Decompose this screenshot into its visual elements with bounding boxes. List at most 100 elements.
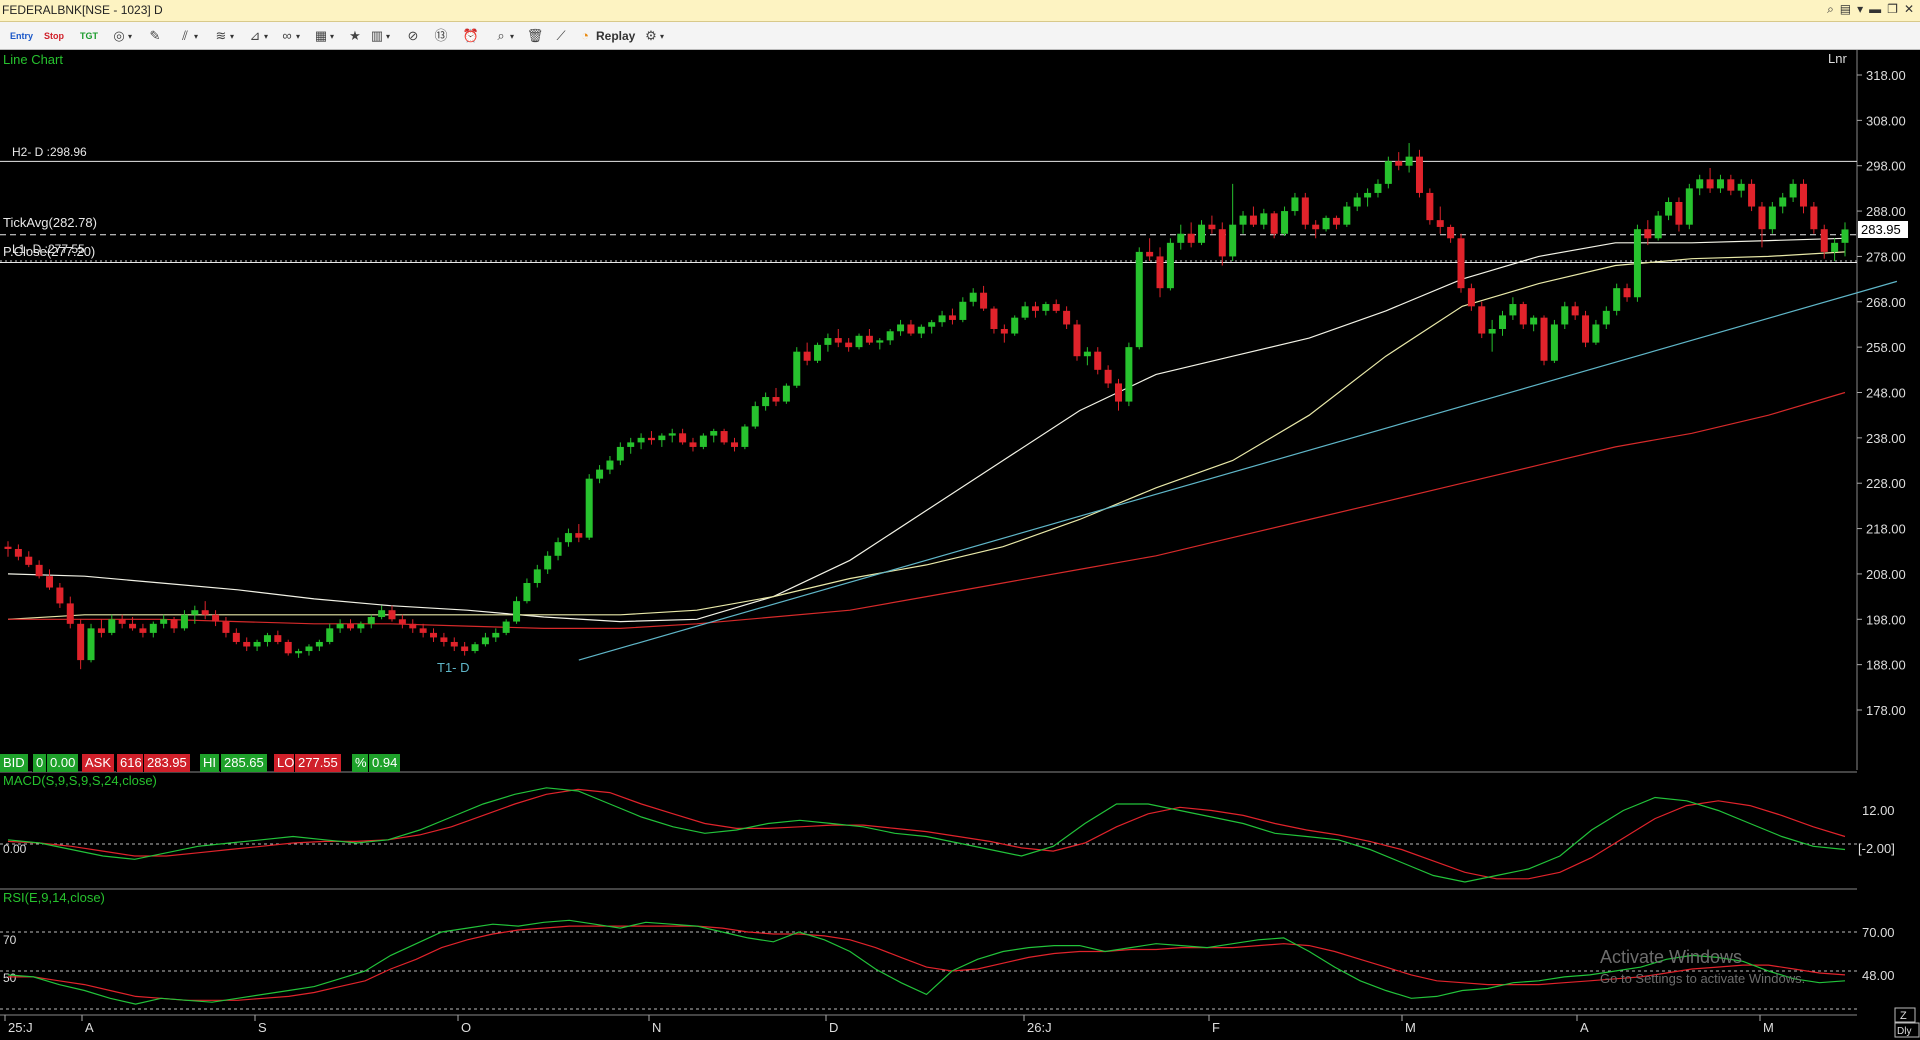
ask-label: ASK bbox=[82, 754, 115, 772]
candle-body bbox=[1758, 206, 1766, 230]
candle-body bbox=[409, 623, 417, 629]
candle-body bbox=[855, 335, 863, 348]
layout-tool[interactable]: ▦ ▾ bbox=[312, 26, 334, 46]
candle-body bbox=[66, 603, 74, 624]
candle-body bbox=[274, 635, 282, 642]
candle-body bbox=[212, 614, 220, 622]
restore-icon[interactable]: ❐ bbox=[1887, 2, 1898, 17]
stop-button[interactable]: Stop bbox=[44, 26, 64, 46]
fib-tool[interactable]: ≋ ▾ bbox=[212, 26, 234, 46]
candle-body bbox=[419, 628, 427, 633]
print-icon[interactable]: ▤ bbox=[1840, 2, 1851, 17]
close-icon[interactable]: ✕ bbox=[1904, 2, 1914, 17]
macd-pane: MACD(S,9,S,9,S,24,close) 0.00 12.00 [-2.… bbox=[0, 773, 1895, 883]
zoom-corner-label: Z bbox=[1900, 1010, 1907, 1022]
candle-body bbox=[606, 460, 614, 470]
minimize-icon[interactable]: ▬ bbox=[1869, 2, 1881, 17]
shapes-tool[interactable]: ⊿ ▾ bbox=[246, 26, 268, 46]
candle-body bbox=[1011, 317, 1019, 334]
candle-body bbox=[1094, 351, 1102, 370]
pointer-tool[interactable]: ✎ bbox=[146, 26, 164, 46]
candle-body bbox=[14, 548, 22, 557]
l1-label: L1- D :277.55 bbox=[12, 242, 85, 256]
shapes-icon: ⊿ bbox=[249, 28, 261, 43]
chart-type-label[interactable]: Line Chart bbox=[3, 52, 63, 67]
candle-body bbox=[108, 619, 116, 633]
candle-body bbox=[1042, 304, 1050, 311]
chart-type-tool[interactable]: ▥ ▾ bbox=[368, 26, 390, 46]
chevron-down-icon[interactable]: ▾ bbox=[1857, 2, 1863, 17]
trend-tool[interactable]: ⟋ bbox=[552, 26, 570, 46]
counter-tool[interactable]: ⑬ bbox=[432, 26, 450, 46]
candle-body bbox=[1633, 229, 1641, 298]
candle-body bbox=[1779, 197, 1787, 207]
candle-body bbox=[46, 576, 54, 588]
price-tick-label: 268.00 bbox=[1866, 295, 1906, 310]
settings-button[interactable]: ⚙ ▾ bbox=[642, 26, 664, 46]
candle-body bbox=[1270, 213, 1278, 234]
time-axis[interactable]: 25:J A S O N D 26:J F M A M bbox=[4, 1015, 1774, 1035]
entry-button[interactable]: Entry bbox=[10, 26, 33, 46]
x-tick-label: O bbox=[461, 1020, 471, 1035]
search-icon[interactable]: ⌕ bbox=[1827, 2, 1834, 17]
candle-body bbox=[440, 637, 448, 642]
price-axis[interactable]: 318.00 308.00 298.00 288.00 278.00 268.00 258.… bbox=[1857, 68, 1906, 718]
link-icon: ∞ bbox=[282, 28, 292, 43]
tgt-button[interactable]: TGT bbox=[80, 26, 98, 46]
delete-tool[interactable]: 🗑 bbox=[526, 26, 544, 46]
scale-label[interactable]: Lnr bbox=[1828, 51, 1847, 66]
price-tick-label: 308.00 bbox=[1866, 113, 1906, 128]
candle-body bbox=[1540, 317, 1548, 361]
candle-body bbox=[4, 546, 12, 549]
candle-body bbox=[1644, 229, 1652, 239]
candle-body bbox=[782, 385, 790, 402]
candle-body bbox=[1447, 226, 1455, 239]
counter-icon: ⑬ bbox=[434, 28, 448, 43]
star-icon: ★ bbox=[349, 28, 361, 43]
price-tick-label: 288.00 bbox=[1866, 204, 1906, 219]
candle-body bbox=[201, 610, 209, 615]
candle-body bbox=[471, 644, 479, 652]
candle-body bbox=[1166, 242, 1174, 289]
candle-body bbox=[1374, 183, 1382, 193]
candle-body bbox=[814, 344, 822, 361]
candle-body bbox=[928, 322, 936, 327]
rsi-signal-line bbox=[8, 925, 1846, 1001]
compare-tool[interactable]: ⊘ bbox=[404, 26, 422, 46]
zoom-tool[interactable]: ⌕ ▾ bbox=[492, 26, 514, 46]
x-tick-label: 25:J bbox=[8, 1020, 33, 1035]
favorite-tool[interactable]: ★ bbox=[346, 26, 364, 46]
hi-value: 285.65 bbox=[220, 754, 267, 772]
candle-body bbox=[1156, 256, 1164, 289]
rsi-title[interactable]: RSI(E,9,14,close) bbox=[3, 890, 105, 905]
trendline-t1[interactable] bbox=[578, 280, 1898, 661]
candle-body bbox=[326, 628, 334, 642]
candle-body bbox=[1115, 383, 1123, 402]
alert-tool[interactable]: ⏰ bbox=[462, 26, 480, 46]
candle-body bbox=[917, 326, 925, 334]
replay-button[interactable]: ◔ Replay bbox=[576, 26, 635, 46]
candle-body bbox=[1125, 347, 1133, 402]
candle-body bbox=[1810, 206, 1818, 230]
lo-value: 277.55 bbox=[294, 754, 341, 772]
x-tick-label: A bbox=[85, 1020, 94, 1035]
activate-windows-title: Activate Windows bbox=[1600, 947, 1742, 967]
candle-body bbox=[1685, 188, 1693, 225]
candle-body bbox=[1799, 183, 1807, 207]
price-tick-label: 258.00 bbox=[1866, 340, 1906, 355]
candle-body bbox=[1083, 351, 1091, 357]
rsi-tick-70: 70.00 bbox=[1862, 925, 1895, 940]
candle-body bbox=[1187, 233, 1195, 243]
candle-body bbox=[1737, 183, 1745, 191]
candle-body bbox=[647, 437, 655, 441]
macd-title[interactable]: MACD(S,9,S,9,S,24,close) bbox=[3, 773, 157, 788]
candle-body bbox=[948, 315, 956, 320]
line-tool[interactable]: ⫽ ▾ bbox=[176, 26, 198, 46]
chart-canvas[interactable]: Line Chart Lnr 318.00 308.00 298.00 288.00 2… bbox=[0, 50, 1920, 1040]
link-tool[interactable]: ∞ ▾ bbox=[278, 26, 300, 46]
candle-body bbox=[1530, 317, 1538, 325]
trash-icon: 🗑 bbox=[526, 28, 544, 43]
indicator-tool[interactable]: ◎ ▾ bbox=[110, 26, 132, 46]
moving-average-line bbox=[7, 251, 1846, 620]
price-tick-label: 318.00 bbox=[1866, 68, 1906, 83]
